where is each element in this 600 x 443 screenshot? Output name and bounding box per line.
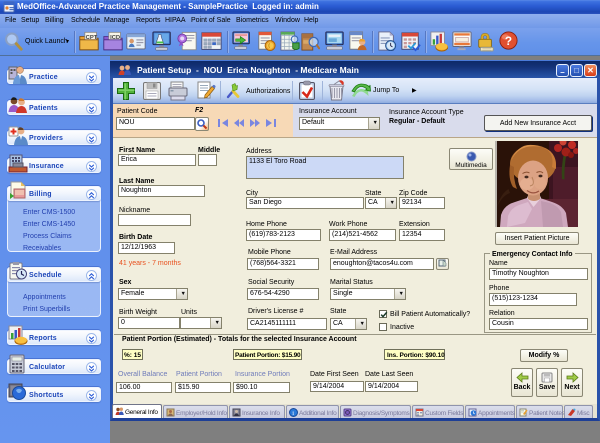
svg-text:?: ? bbox=[505, 35, 512, 48]
